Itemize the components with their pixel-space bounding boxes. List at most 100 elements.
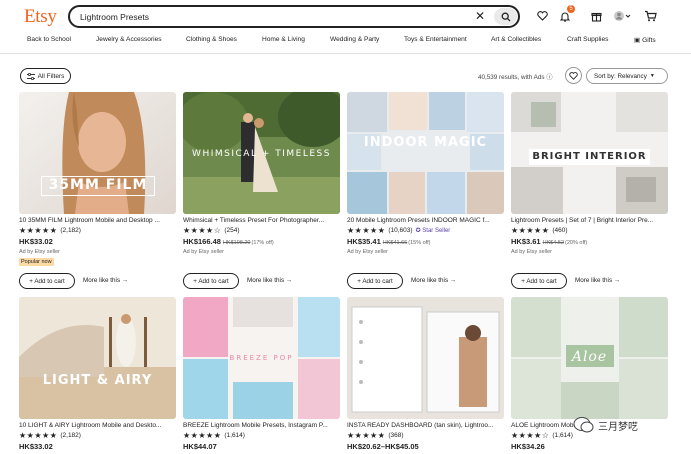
star-rating-icon: ★★★★★	[511, 226, 550, 235]
sort-dropdown[interactable]: Sort by: Relevancy ▼	[586, 68, 668, 84]
arrow-right-icon: →	[285, 277, 293, 284]
header: Etsy ✕ 5	[0, 0, 691, 32]
listing-title[interactable]: INSTA READY DASHBOARD (tan skin), Lightr…	[347, 422, 504, 429]
all-filters-label: All Filters	[37, 72, 65, 80]
listing-title[interactable]: 20 Mobile Lightroom Presets INDOOR MAGIC…	[347, 217, 504, 224]
results-text: 40,539 results, with Ads	[478, 74, 545, 81]
listing-overlay-text: BRIGHT INTERIOR	[529, 149, 650, 165]
add-to-cart-button[interactable]: + Add to cart	[19, 273, 75, 289]
more-like-this-label: More like this	[83, 277, 121, 284]
listing-price: HK$20.62–HK$45.05	[347, 442, 419, 451]
listing-image[interactable]: BRIGHT INTERIOR	[511, 92, 668, 214]
search-input[interactable]	[80, 9, 460, 24]
star-rating-icon: ★★★★☆	[183, 226, 222, 235]
category-craft[interactable]: Craft Supplies	[567, 36, 608, 43]
listing-rating: ★★★★★ (10,603) ✪ Star Seller	[347, 226, 450, 235]
ad-label: Ad by Etsy seller	[511, 249, 552, 255]
review-count: (460)	[552, 227, 568, 234]
arrow-right-icon: →	[613, 277, 621, 284]
favorite-search-button[interactable]	[565, 67, 582, 84]
listing-image[interactable]: WHIMSICAL + TIMELESS	[183, 92, 340, 214]
category-toys[interactable]: Toys & Entertainment	[404, 36, 467, 43]
category-jewelry[interactable]: Jewelry & Accessories	[96, 36, 162, 43]
results-count: 40,539 results, with Ads ⓘ	[478, 72, 553, 81]
listing-image[interactable]: Aloe	[511, 297, 668, 419]
watermark-text: 三月梦呓	[598, 421, 638, 433]
discount: (20% off)	[565, 240, 588, 246]
original-price: HK$41.66	[382, 240, 408, 246]
listing-price-row: HK$35.41 HK$41.66(15% off)	[347, 237, 430, 246]
discount: (17% off)	[251, 240, 274, 246]
more-like-this-link[interactable]: More like this →	[575, 277, 620, 284]
listing-price-row: HK$20.62–HK$45.05	[347, 442, 419, 451]
category-clothing[interactable]: Clothing & Shoes	[186, 36, 237, 43]
original-price: HK$198.20	[222, 240, 251, 246]
gift-small-icon: ▣	[634, 37, 641, 44]
cart-icon[interactable]	[642, 8, 658, 24]
listing-price-row: HK$33.02	[19, 442, 53, 451]
popular-badge: Popular now	[19, 258, 54, 266]
review-count: (10,603)	[388, 227, 413, 234]
listing-price-row: HK$44.07	[183, 442, 217, 451]
listing-overlay-text: WHIMSICAL + TIMELESS	[192, 149, 331, 159]
category-art[interactable]: Art & Collectibles	[491, 36, 541, 43]
search-button[interactable]	[494, 8, 517, 25]
listing-image[interactable]: BREEZE POP	[183, 297, 340, 419]
more-like-this-link[interactable]: More like this →	[247, 277, 292, 284]
notification-badge: 5	[567, 5, 575, 13]
listing-title[interactable]: BREEZE Lightroom Mobile Presets, Instagr…	[183, 422, 340, 429]
star-rating-icon: ★★★★★	[347, 431, 386, 440]
avatar[interactable]	[612, 8, 632, 24]
add-to-cart-button[interactable]: + Add to cart	[347, 273, 403, 289]
search-bar[interactable]: ✕	[68, 5, 520, 28]
review-count: (2,182)	[60, 432, 81, 439]
add-to-cart-label: + Add to cart	[193, 277, 229, 285]
category-wedding[interactable]: Wedding & Party	[330, 36, 379, 43]
listing-rating: ★★★★★ (2,182)	[19, 226, 81, 235]
chevron-down-icon: ▼	[649, 73, 655, 79]
listing-image[interactable]: INDOOR MAGIC	[347, 92, 504, 214]
listing-title[interactable]: 10 35MM FILM Lightroom Mobile and Deskto…	[19, 217, 176, 224]
add-to-cart-button[interactable]: + Add to cart	[511, 273, 567, 289]
listing-price-row: HK$166.48 HK$198.20(17% off)	[183, 237, 274, 246]
star-rating-icon: ★★★★★	[347, 226, 386, 235]
clear-icon[interactable]: ✕	[475, 9, 485, 24]
category-gifts[interactable]: ▣ Gifts	[634, 36, 656, 44]
category-home[interactable]: Home & Living	[262, 36, 305, 43]
listing-price-row: HK$33.02	[19, 237, 53, 246]
add-to-cart-label: + Add to cart	[29, 277, 65, 285]
all-filters-button[interactable]: All Filters	[20, 68, 71, 84]
more-like-this-link[interactable]: More like this →	[83, 277, 128, 284]
listing-rating: ★★★★★ (2,182)	[19, 431, 81, 440]
wechat-icon	[573, 417, 594, 433]
listing-title[interactable]: Lightroom Presets | Set of 7 | Bright In…	[511, 217, 668, 224]
listing-overlay-text: Aloe	[571, 349, 608, 365]
listing-rating: ★★★★★ (368)	[347, 431, 404, 440]
listing-title[interactable]: 10 LIGHT & AIRY Lightroom Mobile and Des…	[19, 422, 176, 429]
category-back-to-school[interactable]: Back to School	[27, 36, 71, 43]
more-like-this-label: More like this	[575, 277, 613, 284]
star-seller-label: Star Seller	[422, 228, 451, 234]
listing-image[interactable]: 35MM FILM	[19, 92, 176, 214]
filter-icon	[26, 72, 35, 80]
listing-image[interactable]: LIGHT & AIRY	[19, 297, 176, 419]
listing-rating: ★★★★☆ (254)	[183, 226, 240, 235]
help-icon[interactable]: ⓘ	[546, 74, 552, 81]
more-like-this-label: More like this	[411, 277, 449, 284]
listing-overlay-text: 35MM FILM	[41, 176, 155, 196]
listing-overlay-text: BREEZE POP	[229, 354, 294, 362]
add-to-cart-button[interactable]: + Add to cart	[183, 273, 239, 289]
more-like-this-label: More like this	[247, 277, 285, 284]
listing-title[interactable]: Whimsical + Timeless Preset For Photogra…	[183, 217, 340, 224]
listing-price: HK$33.02	[19, 237, 53, 246]
listing-price: HK$35.41	[347, 237, 381, 246]
etsy-logo[interactable]: Etsy	[24, 6, 57, 28]
listing-price-row: HK$3.61 HK$4.52(20% off)	[511, 237, 587, 246]
gift-icon[interactable]	[589, 8, 603, 24]
more-like-this-link[interactable]: More like this →	[411, 277, 456, 284]
star-rating-icon: ★★★★★	[183, 431, 222, 440]
listing-image[interactable]	[347, 297, 504, 419]
add-to-cart-label: + Add to cart	[521, 277, 557, 285]
listing-price-row: HK$34.26	[511, 442, 545, 451]
heart-icon[interactable]	[535, 8, 549, 24]
